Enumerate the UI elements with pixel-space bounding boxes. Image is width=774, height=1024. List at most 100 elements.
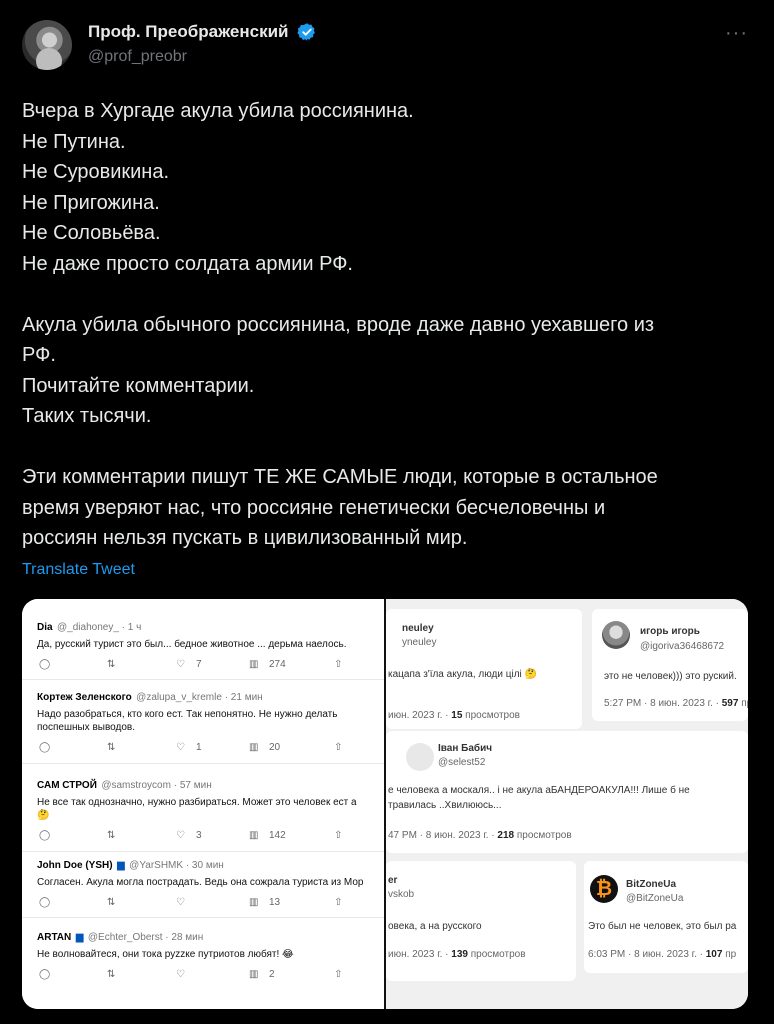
reply-handle: yneuley [402,637,437,648]
like-icon: ♡ [176,969,185,980]
comment-username: Кортеж Зеленского [37,692,132,703]
comment-actions: ◯ ⇅ ♡ ▥ 2 ⇧ [37,969,384,981]
reply-handle: @selest52 [438,757,486,768]
reply-date: июн. 2023 г. · [388,949,452,960]
share-icon: ⇧ [334,830,343,841]
author-handle[interactable]: @prof_preobr [88,48,187,66]
comment: Кортеж Зеленского @zalupa_v_kremle · 21 … [37,687,384,754]
reply-handle: vskob [388,889,415,900]
reply-card: er vskob овека, а на русского июн. 2023 … [386,861,576,981]
tweet-header: Проф. Преображенский @prof_preobr ··· [22,18,752,74]
reply-text: Это был не человек, это был ра [588,921,737,932]
screenshot-right-panel: neuley yneuley кацапа з'їла акула, люди … [386,599,748,1009]
views-count: 13 [269,897,281,908]
views-count: 218 [497,830,515,841]
ukraine-flag-icon: ▆ [117,860,125,871]
reply-icon: ◯ [39,969,51,980]
reply-icon: ◯ [39,659,51,670]
reply-username: игорь игорь [640,626,700,637]
reply-icon: ◯ [39,897,51,908]
tweet-media[interactable]: Dia @_diahoney_ · 1 ч Да, русский турист… [22,599,748,1009]
divider [22,917,384,918]
reply-meta: июн. 2023 г. · 15 просмотров [388,710,520,721]
views-count: 15 [451,710,463,721]
tweet-line: РФ. [22,344,56,366]
reply-card: ₿ BitZoneUa @BitZoneUa Это был не челове… [584,861,748,973]
tweet-line: Таких тысячи. [22,405,152,427]
comment-actions: ◯ ⇅ ♡ 1 ▥ 20 ⇧ [37,742,384,754]
avatar [406,743,434,771]
avatar [602,621,630,649]
tweet-line: Не Соловьёва. [22,222,161,244]
tweet-line: россиян нельзя пускать в цивилизованный … [22,527,468,549]
reply-handle: @igoriva36468672 [640,641,725,652]
author-name-row: Проф. Преображенский [88,22,317,42]
views-icon: ▥ [249,969,259,980]
tweet-line: Не даже просто солдата армии РФ. [22,252,353,275]
ukraine-flag-icon: ▆ [75,932,84,943]
avatar[interactable] [22,20,72,70]
reply-text: это не человек))) это руский. [604,671,737,682]
tweet-line: время уверяют нас, что россияне генетиче… [22,496,606,519]
views-icon: ▥ [249,659,259,670]
views-count: 139 [451,949,468,960]
reply-text: е человека а москаля.. і не акула аБАНДЕ… [388,785,690,796]
like-icon: ♡ [176,742,185,753]
views-count: 274 [269,659,286,670]
comment-username: John Doe (YSH) [37,860,113,871]
comment-username: Dia [37,622,53,633]
more-options-icon[interactable]: ··· [725,22,748,45]
reply-icon: ◯ [39,742,51,753]
views-icon: ▥ [249,742,259,753]
comment-actions: ◯ ⇅ ♡ 7 ▥ 274 ⇧ [37,659,384,671]
comment-text: 🤔 [37,810,50,821]
retweet-icon: ⇅ [107,830,116,841]
views-icon: ▥ [249,830,259,841]
share-icon: ⇧ [334,969,343,980]
comment: ARTAN ▆ @Echter_Oberst · 28 мин Не волно… [37,927,384,981]
tweet-text: Вчера в Хургаде акула убила россиянина. … [22,96,742,554]
tweet-line: Вчера в Хургаде акула убила россиянина. [22,100,414,122]
translate-tweet-link[interactable]: Translate Tweet [22,561,135,579]
reply-handle: @BitZoneUa [626,893,684,904]
reply-meta: 6:03 PM · 8 июн. 2023 г. · 107 пр [588,949,736,960]
comment-text: Да, русский турист это был... бедное жив… [37,639,347,650]
comment-username: САМ СТРОЙ [37,780,97,791]
like-count: 1 [196,742,202,753]
views-label: пр [741,698,748,709]
comment-handle: @samstroycom · 57 мин [101,780,212,791]
reply-card: neuley yneuley кацапа з'їла акула, люди … [386,609,582,729]
author-name[interactable]: Проф. Преображенский [88,22,289,42]
like-count: 3 [196,830,202,841]
retweet-icon: ⇅ [107,969,116,980]
views-icon: ▥ [249,897,259,908]
tweet-line: Почитайте комментарии. [22,374,255,397]
reply-text: травилась ..Хвилююсь... [388,800,502,811]
divider [22,679,384,680]
reply-date: 6:03 PM · 8 июн. 2023 г. · [588,949,706,960]
reply-username: neuley [402,623,434,634]
tweet-line: Акула убила обычного россиянина, вроде д… [22,313,655,336]
share-icon: ⇧ [334,659,343,670]
views-count: 142 [269,830,286,841]
views-count: 597 [721,698,739,709]
views-label: просмотров [514,830,572,841]
reply-username: er [388,875,398,886]
tweet-line: Не Суровикина. [22,161,170,183]
reply-text: овека, а на русского [388,921,482,932]
like-icon: ♡ [176,897,185,908]
reply-date: 47 PM · 8 июн. 2023 г. · [388,830,498,841]
reply-text: кацапа з'їла акула, люди цілі 🤔 [388,669,537,680]
divider [22,763,384,764]
reply-username: BitZoneUa [626,879,676,890]
reply-card: Іван Бабич @selest52 е человека а москал… [386,731,748,853]
comment: САМ СТРОЙ @samstroycom · 57 мин Не все т… [37,775,384,842]
comment-text: Согласен. Акула могла пострадать. Ведь о… [37,877,364,888]
comment-text: Не все так однозначно, нужно разбираться… [37,797,357,808]
comment-handle: @_diahoney_ · 1 ч [57,622,142,633]
like-icon: ♡ [176,830,185,841]
reply-username: Іван Бабич [438,743,493,754]
tweet-line: Не Пригожина. [22,191,160,214]
reply-meta: 5:27 PM · 8 июн. 2023 г. · 597 пр [604,698,748,709]
